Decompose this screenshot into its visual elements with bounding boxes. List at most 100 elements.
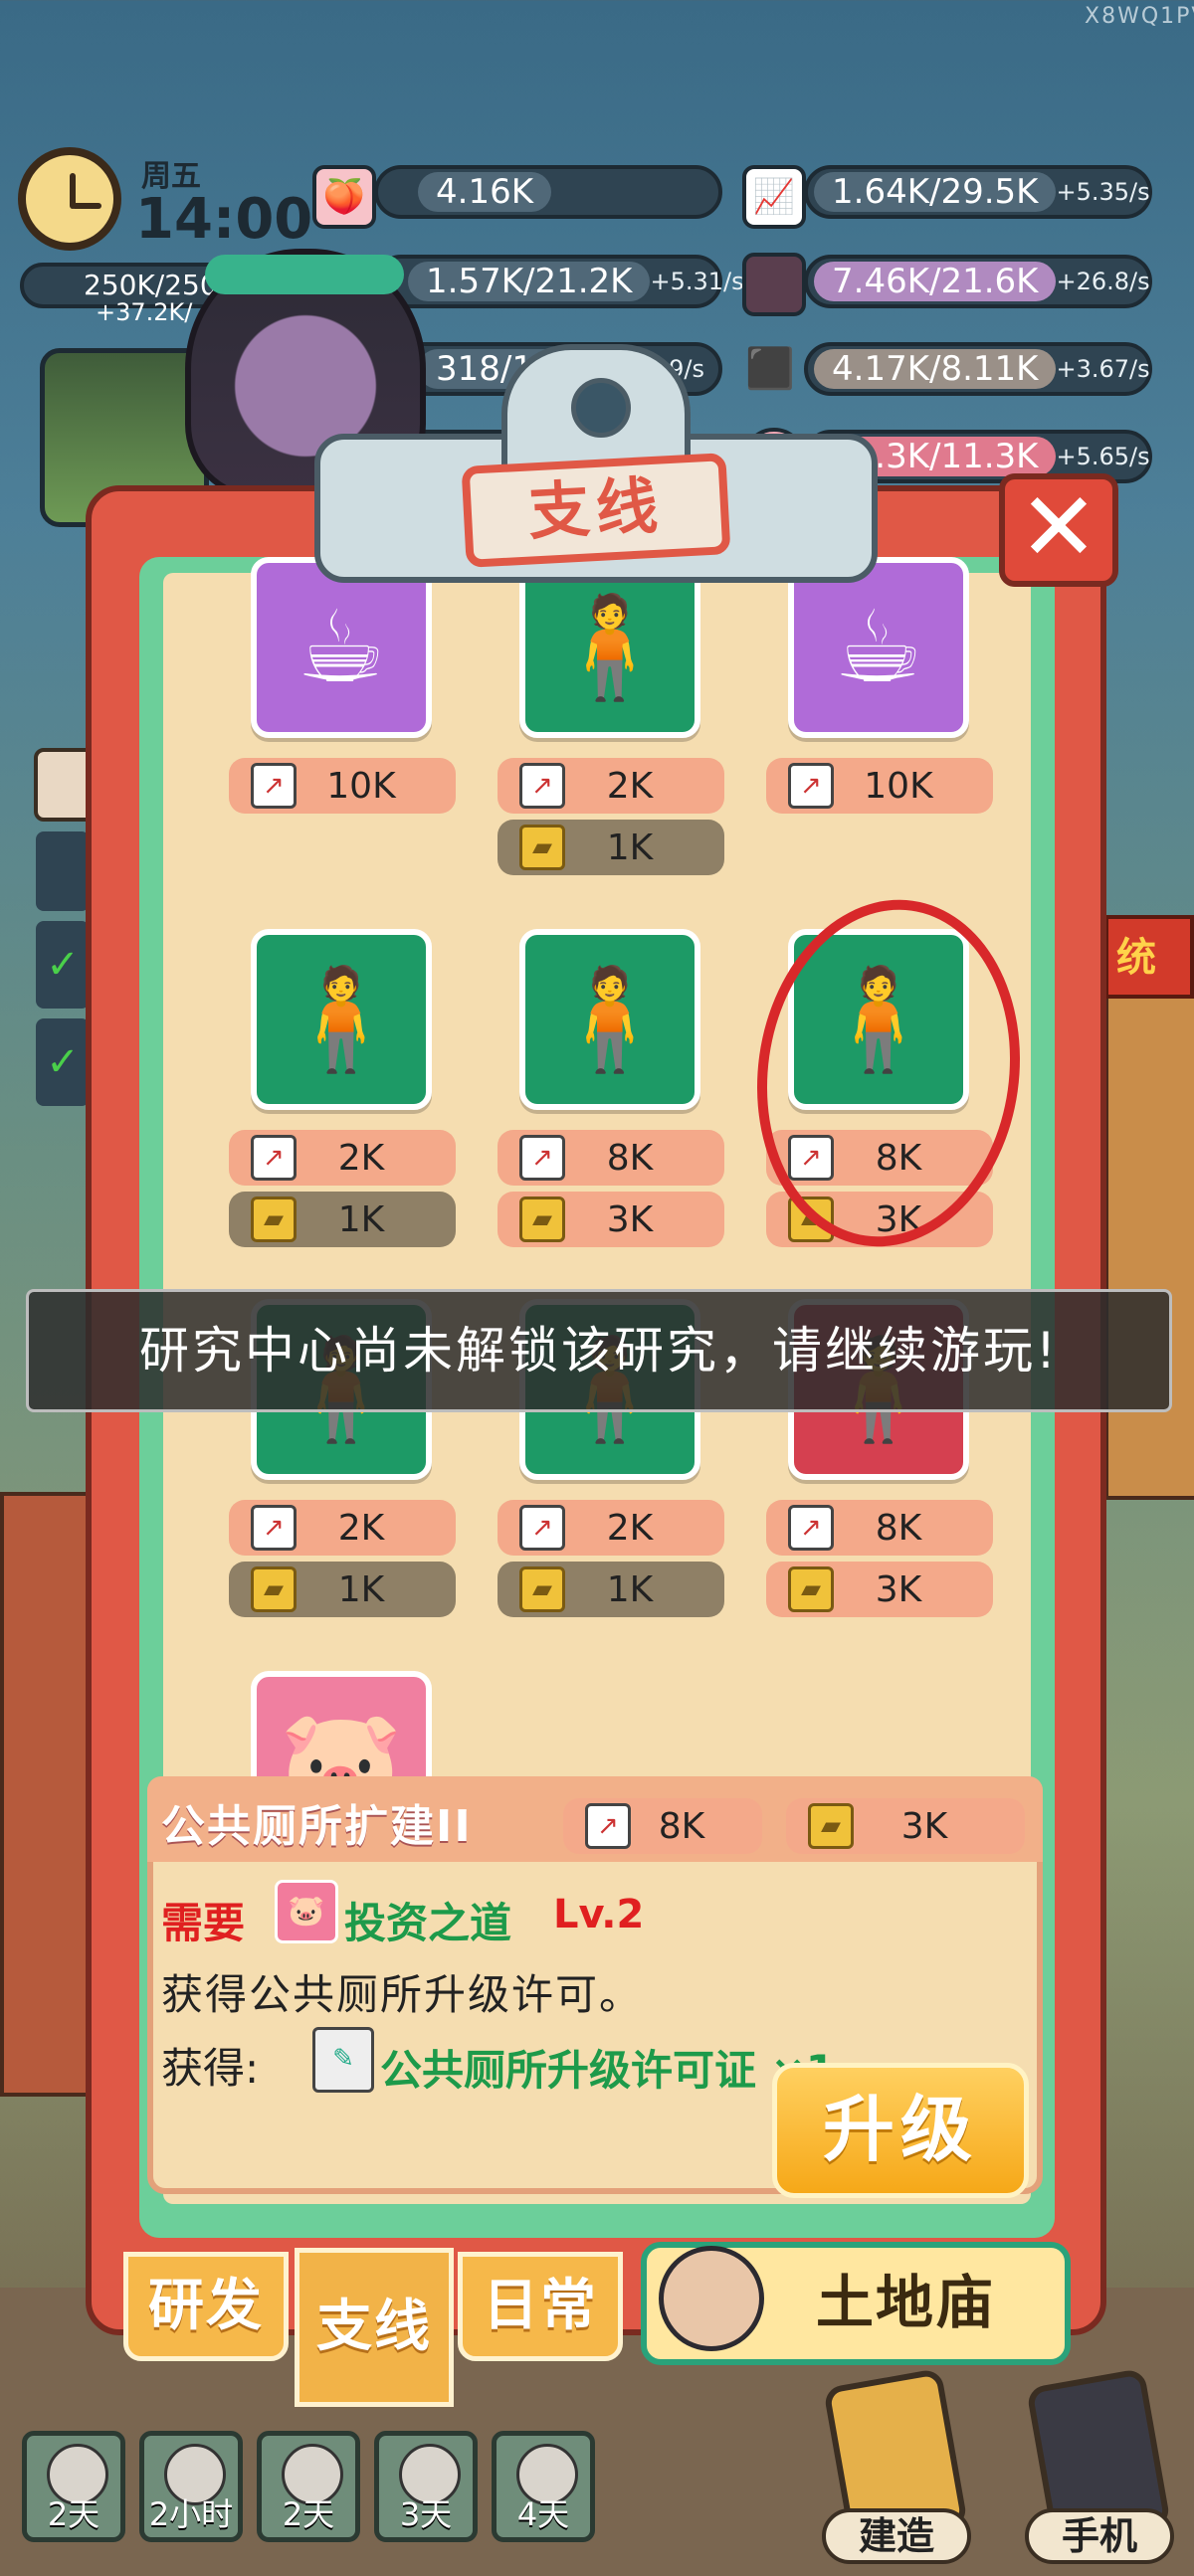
wood-plank-icon <box>742 253 806 316</box>
requirement-name: 投资之道 <box>344 1899 512 1947</box>
research-card[interactable]: 🧍 <box>519 929 700 1110</box>
cafe-upgrade-icon: ☕ <box>297 589 386 705</box>
resource-wood[interactable]: 7.46K/21.6K +26.8/s <box>804 255 1152 308</box>
gold-cost-value: 1K <box>337 1568 385 1610</box>
research-book-icon: ↗ <box>788 1505 834 1551</box>
gold-bar-icon: ▰ <box>251 1566 297 1612</box>
toast-message: 研究中心尚未解锁该研究，请继续游玩! <box>26 1289 1172 1412</box>
tab-daily[interactable]: 日常 <box>458 2252 623 2361</box>
build-button[interactable]: 建造 <box>822 2367 971 2566</box>
shop-signboard: 统 <box>1104 915 1194 999</box>
quest-check-icon[interactable]: ✓ <box>36 1018 90 1106</box>
watermark: X8WQ1PV <box>1085 4 1194 29</box>
piggy-bank-icon: 🐷 <box>275 1880 338 1943</box>
clipboard-hole <box>571 378 631 438</box>
gold-cost: ▰ 1K <box>498 820 724 875</box>
close-button[interactable]: ✕ <box>999 473 1118 587</box>
resource-rate: +5.31/s <box>650 268 744 295</box>
resource-coin[interactable]: 1.57K/21.2K +5.31/s <box>374 255 744 308</box>
tab-research[interactable]: 研发 <box>123 2252 289 2361</box>
resource-rate: +26.8/s <box>1056 268 1150 295</box>
research-book-icon: ↗ <box>519 1505 565 1551</box>
npc-slot[interactable]: 3天 <box>374 2431 478 2542</box>
requirement-level: Lv.2 <box>553 1892 645 1937</box>
gold-bar-icon: ▰ <box>788 1566 834 1612</box>
gold-cost: ▰ 1K <box>229 1562 456 1617</box>
toilet-upgrade-icon: 🧍 <box>547 589 673 705</box>
gold-cost-value: 1K <box>337 1198 385 1240</box>
quest-check-icon[interactable]: ✓ <box>36 921 90 1009</box>
resource-value: 4.16K <box>418 172 551 212</box>
gold-cost: ▰ 3K <box>498 1192 724 1247</box>
gold-bar-icon: ▰ <box>519 1196 565 1242</box>
research-book-icon: ↗ <box>519 763 565 809</box>
building-left <box>0 1492 98 2097</box>
research-book-icon: ↗ <box>251 1505 297 1551</box>
character-headband <box>205 255 404 294</box>
research-book-icon: 📈 <box>742 165 806 229</box>
detail-cost-research: ↗ 8K <box>563 1798 762 1854</box>
resource-value: 1.57K/21.2K <box>408 262 651 301</box>
time-label: 14:00 <box>135 187 313 252</box>
resource-research[interactable]: 1.64K/29.5K +5.35/s <box>804 165 1152 219</box>
gold-cost-value: 1K <box>606 827 654 868</box>
research-cost: ↗ 8K <box>498 1130 724 1186</box>
research-cost: ↗ 2K <box>229 1500 456 1556</box>
reward-label: 获得: <box>161 2044 260 2093</box>
gold-bar-icon: ▰ <box>519 825 565 870</box>
research-cost: ↗ 8K <box>766 1500 993 1556</box>
upgrade-button[interactable]: 升级 <box>772 2063 1029 2198</box>
phone-button[interactable]: 手机 <box>1025 2367 1174 2566</box>
resource-peach[interactable]: 4.16K <box>374 165 722 219</box>
building-right <box>1104 995 1194 1500</box>
peach-icon: 🍑 <box>312 165 376 229</box>
npc-timer: 2天 <box>282 2495 335 2533</box>
resource-value: 1.64K/29.5K <box>814 172 1057 212</box>
research-book-icon: ↗ <box>251 1135 297 1181</box>
gold-cost: ▰ 1K <box>498 1562 724 1617</box>
npc-timer: 2天 <box>47 2495 100 2533</box>
research-cost-value: 2K <box>337 1137 385 1179</box>
research-book-icon: ↗ <box>788 763 834 809</box>
gold-cost-value: 3K <box>606 1198 654 1240</box>
tab-branch[interactable]: 支线 <box>295 2248 454 2407</box>
requirement-label: 需要 <box>161 1899 246 1947</box>
gold-bar-icon: ▰ <box>808 1803 854 1849</box>
resource-rate: +5.65/s <box>1056 443 1150 470</box>
panel-title: 支线 <box>461 453 731 568</box>
npc-slot[interactable]: 2小时 <box>139 2431 243 2542</box>
research-cost: ↗ 10K <box>766 758 993 814</box>
npc-slot[interactable]: 2天 <box>22 2431 125 2542</box>
research-cost-value: 10K <box>326 765 396 807</box>
clock-icon <box>18 147 121 251</box>
toilet-upgrade-icon: 🧍 <box>279 961 404 1077</box>
gold-cost: ▰ 3K <box>766 1562 993 1617</box>
clipboard-header: 支线 <box>314 344 878 587</box>
research-cost-value: 10K <box>864 765 933 807</box>
research-cost: ↗ 2K <box>498 1500 724 1556</box>
gold-bar-icon: ▰ <box>251 1196 297 1242</box>
gold-cost: ▰ 1K <box>229 1192 456 1247</box>
detail-cost-value: 3K <box>900 1805 948 1847</box>
gold-cost-value: 3K <box>875 1568 922 1610</box>
research-book-icon: ↗ <box>585 1803 631 1849</box>
research-title: 公共厕所扩建II <box>161 1801 473 1852</box>
quest-item-icon[interactable] <box>36 831 90 911</box>
research-book-icon: ↗ <box>251 763 297 809</box>
npc-slot[interactable]: 2天 <box>257 2431 360 2542</box>
research-cost-value: 2K <box>606 1507 654 1549</box>
research-cost: ↗ 2K <box>229 1130 456 1186</box>
research-card[interactable]: 🧍 <box>251 929 432 1110</box>
reward-name: 公共厕所升级许可证 ×1 <box>380 2046 836 2095</box>
npc-slot[interactable]: 4天 <box>492 2431 595 2542</box>
research-cost-value: 2K <box>337 1507 385 1549</box>
license-icon: ✎ <box>312 2027 374 2093</box>
npc-timer: 3天 <box>399 2495 453 2533</box>
gold-cost-value: 1K <box>606 1568 654 1610</box>
resource-rate: +5.35/s <box>1056 178 1150 206</box>
research-cost-value: 8K <box>606 1137 654 1179</box>
money-rate: +37.2K/ <box>96 298 193 326</box>
research-book-icon: ↗ <box>519 1135 565 1181</box>
research-cost: ↗ 10K <box>229 758 456 814</box>
cafe-upgrade-icon: ☕ <box>834 589 923 705</box>
